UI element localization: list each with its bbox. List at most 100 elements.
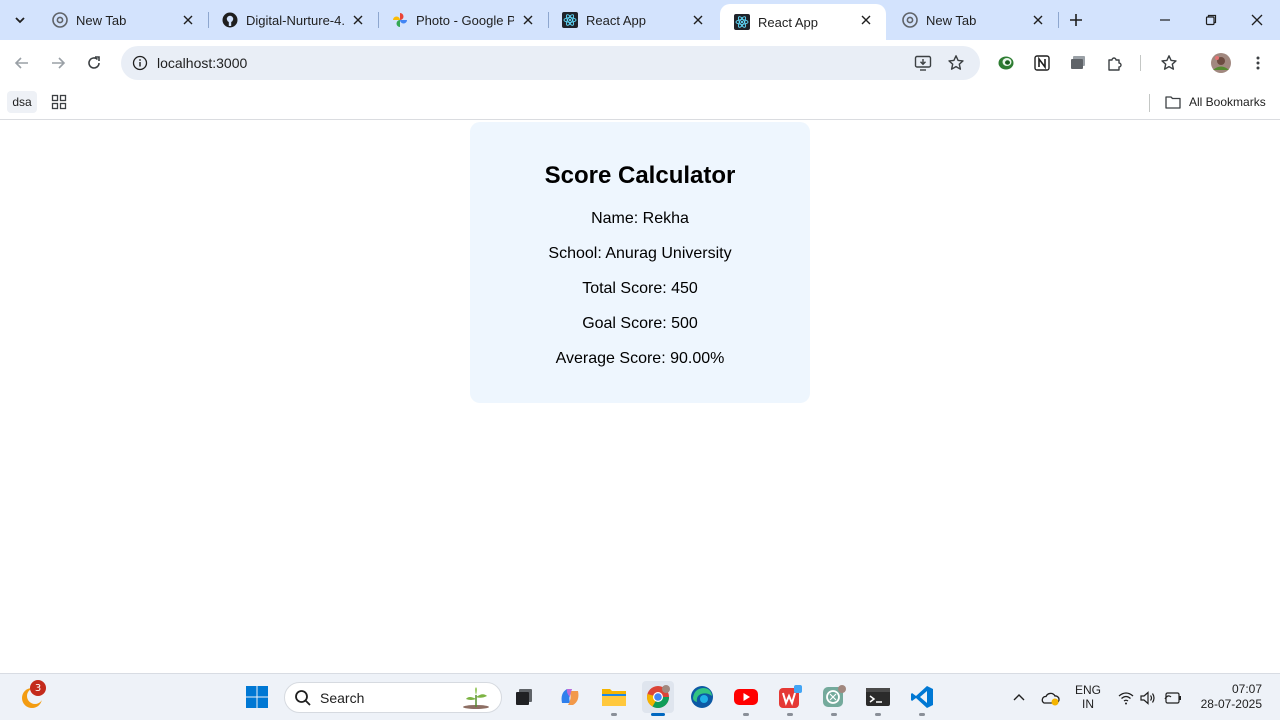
school-line: School: Anurag University [548, 245, 732, 262]
tab-strip: New Tab Digital-Nurture-4.0 Photo - Goog… [0, 0, 1280, 40]
minimize-button[interactable] [1142, 0, 1188, 40]
search-icon [294, 689, 312, 712]
task-view-button[interactable] [508, 681, 540, 713]
taskbar-youtube[interactable] [730, 681, 762, 716]
show-hidden-icons-button[interactable] [1008, 674, 1030, 720]
address-bar[interactable]: localhost:3000 [121, 46, 980, 80]
start-button[interactable] [241, 681, 273, 713]
taskbar-vscode[interactable] [906, 681, 938, 716]
close-window-button[interactable] [1234, 0, 1280, 40]
running-indicator [831, 713, 837, 716]
tab-title: React App [586, 12, 646, 28]
react-icon [562, 12, 578, 28]
all-bookmarks-label: All Bookmarks [1189, 95, 1266, 109]
plus-icon [1070, 14, 1082, 26]
tab-new-tab-2[interactable]: New Tab [888, 0, 1058, 40]
running-indicator [875, 713, 881, 716]
system-clock[interactable]: 07:07 28-07-2025 [1196, 682, 1262, 712]
weather-widget[interactable]: 3 [20, 680, 46, 710]
bookmarks-separator [1149, 94, 1150, 112]
close-icon[interactable] [690, 12, 706, 28]
tab-github[interactable]: Digital-Nurture-4.0 [208, 0, 378, 40]
chevron-down-icon [15, 17, 25, 24]
notion-icon[interactable] [1028, 49, 1056, 77]
chrome-icon [902, 12, 918, 28]
total-score-line: Total Score: 450 [582, 280, 698, 297]
running-indicator [919, 713, 925, 716]
google-photos-icon [392, 12, 408, 28]
taskbar-terminal[interactable] [862, 681, 894, 716]
arrow-right-icon [52, 57, 66, 69]
star-icon[interactable] [943, 50, 969, 76]
close-icon [1251, 14, 1263, 26]
tab-react-app-1[interactable]: React App [548, 0, 718, 40]
new-tab-button[interactable] [1064, 8, 1088, 32]
onedrive-tray-icon[interactable] [1038, 674, 1062, 720]
taskbar-chrome[interactable] [642, 681, 674, 716]
restore-button[interactable] [1188, 0, 1234, 40]
tab-separator [1058, 12, 1059, 28]
reload-icon [88, 56, 100, 69]
react-icon [734, 14, 750, 30]
profile-avatar[interactable] [1207, 49, 1235, 77]
name-line: Name: Rekha [591, 210, 689, 227]
bookmark-dsa[interactable]: dsa [7, 91, 37, 113]
tab-title: New Tab [76, 12, 127, 28]
bookmarks-star-list-icon[interactable] [1155, 49, 1183, 77]
tab-new-tab-1[interactable]: New Tab [38, 0, 208, 40]
close-icon[interactable] [350, 12, 366, 28]
wps-office-icon [779, 685, 802, 708]
plant-icon [461, 687, 491, 714]
minimize-icon [1160, 19, 1170, 21]
restore-icon [1205, 14, 1217, 26]
page-title: Score Calculator [544, 162, 736, 189]
taskbar-chatgpt[interactable] [818, 681, 850, 716]
install-app-icon[interactable] [910, 50, 936, 76]
language-indicator[interactable]: ENG IN [1071, 683, 1105, 711]
wifi-icon[interactable] [1116, 674, 1136, 720]
active-indicator [651, 713, 665, 716]
language-code: ENG [1074, 683, 1101, 697]
youtube-icon [734, 689, 758, 705]
taskbar-file-explorer[interactable] [598, 681, 630, 716]
url-text[interactable]: localhost:3000 [157, 55, 247, 71]
windows-taskbar: 3 Search ENG IN 07:07 28-07-2025 [0, 673, 1280, 720]
tab-google-photos[interactable]: Photo - Google Photos [378, 0, 548, 40]
volume-icon[interactable] [1138, 674, 1158, 720]
info-icon[interactable] [127, 50, 153, 76]
apps-grid-icon[interactable] [49, 91, 69, 113]
tab-search-button[interactable] [6, 6, 34, 34]
arrow-left-icon [14, 57, 28, 69]
taskbar-wps-office[interactable] [774, 681, 806, 716]
battery-icon[interactable] [1162, 674, 1184, 720]
taskbar-copilot[interactable] [554, 681, 586, 713]
windows-logo-icon [246, 686, 268, 708]
close-icon[interactable] [520, 12, 536, 28]
all-bookmarks-button[interactable]: All Bookmarks [1165, 91, 1266, 113]
taskbar-search[interactable]: Search [284, 682, 502, 713]
kebab-menu-icon [1256, 56, 1260, 70]
close-icon[interactable] [1030, 12, 1046, 28]
notification-badge: 3 [30, 680, 46, 696]
taskbar-edge[interactable] [686, 681, 718, 713]
extension-green-icon[interactable] [992, 49, 1020, 77]
close-icon[interactable] [180, 12, 196, 28]
close-icon[interactable] [858, 12, 874, 28]
reload-button[interactable] [80, 49, 108, 77]
back-button[interactable] [8, 49, 36, 77]
tab-react-app-active[interactable]: React App [720, 4, 886, 40]
terminal-icon [866, 688, 890, 706]
forward-button[interactable] [44, 49, 72, 77]
folder-icon [1165, 95, 1181, 109]
toolbar-separator [1140, 55, 1141, 71]
language-region: IN [1082, 697, 1094, 711]
extension-gray-icon[interactable] [1064, 49, 1092, 77]
chrome-icon [52, 12, 68, 28]
extensions-puzzle-icon[interactable] [1101, 49, 1129, 77]
bookmarks-bar: dsa All Bookmarks [0, 86, 1280, 120]
more-menu-button[interactable] [1244, 49, 1272, 77]
search-placeholder: Search [320, 690, 365, 706]
score-card: Score Calculator Name: Rekha School: Anu… [470, 122, 810, 403]
vscode-icon [911, 686, 933, 708]
clock-time: 07:07 [1231, 682, 1262, 696]
